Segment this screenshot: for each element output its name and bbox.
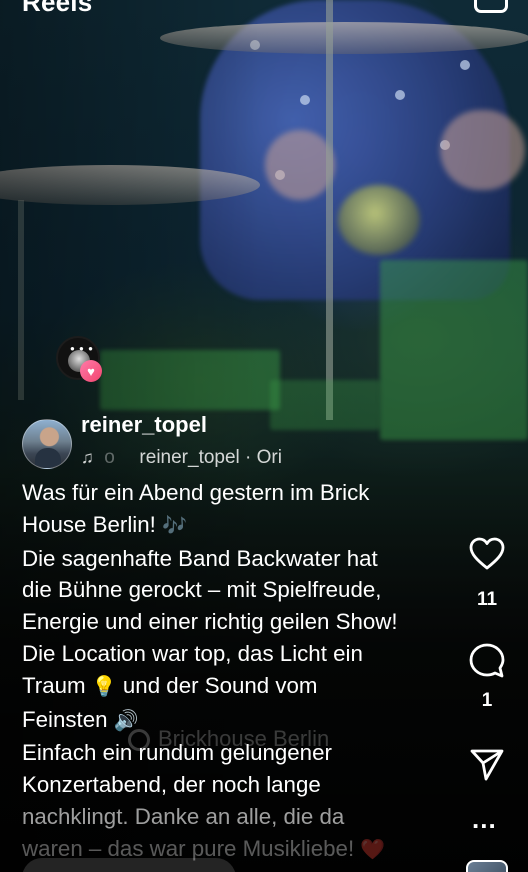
caption-line: Traum 💡 und der Sound vom bbox=[22, 670, 442, 704]
shirt-dot bbox=[460, 60, 470, 70]
avatar-body bbox=[35, 448, 61, 468]
drum-kit-green bbox=[270, 380, 380, 430]
reels-screen: Reels ● ● ● ♥ reiner_topel ♫ o reiner_to… bbox=[0, 0, 528, 872]
drummer-hand bbox=[265, 130, 335, 200]
caption-line: nachklingt. Danke an alle, die da bbox=[22, 803, 345, 829]
audio-attribution[interactable]: ♫ o reiner_topel · Ori bbox=[81, 447, 282, 469]
caption-line: Was für ein Abend gestern im Brick bbox=[22, 480, 370, 505]
more-options-button[interactable]: ... bbox=[472, 806, 497, 832]
drum-kit-green bbox=[380, 260, 528, 440]
page-title: Reels bbox=[22, 0, 93, 17]
cymbal-stand bbox=[326, 0, 333, 420]
caption-line: Die Location war top, das Licht ein bbox=[22, 640, 363, 666]
like-count: 11 bbox=[476, 589, 498, 610]
reel-caption[interactable]: Was für ein Abend gestern im Brick House… bbox=[22, 477, 442, 867]
drummer-hand bbox=[440, 110, 525, 190]
audio-thumbnail[interactable] bbox=[466, 860, 508, 872]
audio-text: reiner_topel · Ori bbox=[139, 447, 282, 468]
caption-line: Die sagenhafte Band Backwater hat bbox=[22, 545, 378, 571]
light-bulb-emoji: 💡 bbox=[91, 675, 117, 698]
caption-line: Konzertabend, der noch lange bbox=[22, 772, 321, 798]
comment-icon bbox=[469, 643, 505, 678]
send-icon bbox=[470, 749, 504, 781]
shirt-dot bbox=[300, 95, 310, 105]
author-username[interactable]: reiner_topel bbox=[81, 412, 207, 438]
caption-text: Feinsten bbox=[22, 706, 114, 732]
like-button[interactable] bbox=[460, 537, 514, 576]
location-pin-icon bbox=[128, 729, 150, 752]
caption-text: Traum bbox=[22, 672, 92, 698]
location-name: Brickhouse Berlin bbox=[158, 726, 330, 751]
caption-line: Energie und einer richtig geilen Show! bbox=[22, 609, 398, 635]
caption-text: House Berlin! bbox=[22, 511, 163, 537]
music-notes-emoji: 🎶 bbox=[162, 514, 187, 537]
camera-icon[interactable] bbox=[474, 0, 508, 13]
caption-line: House Berlin! 🎶 bbox=[22, 509, 442, 543]
audio-prefix: o bbox=[104, 447, 115, 468]
heart-outline-icon bbox=[469, 537, 505, 570]
comment-button[interactable] bbox=[460, 643, 514, 684]
share-button[interactable] bbox=[460, 748, 514, 787]
author-avatar[interactable] bbox=[22, 419, 72, 469]
comment-count: 1 bbox=[481, 690, 493, 711]
heart-icon: ♥ bbox=[80, 360, 102, 382]
caption-text: und der Sound vom bbox=[116, 672, 318, 698]
location-tag[interactable]: Brickhouse Berlin bbox=[128, 726, 329, 752]
music-note-icon: ♫ bbox=[81, 448, 94, 467]
audio-pill[interactable] bbox=[22, 858, 236, 872]
shirt-dot bbox=[395, 90, 405, 100]
heart-emoji: ❤️ bbox=[360, 838, 386, 861]
caption-line: die Bühne gerockt – mit Spielfreude, bbox=[22, 577, 382, 603]
blurred-light bbox=[338, 185, 420, 255]
